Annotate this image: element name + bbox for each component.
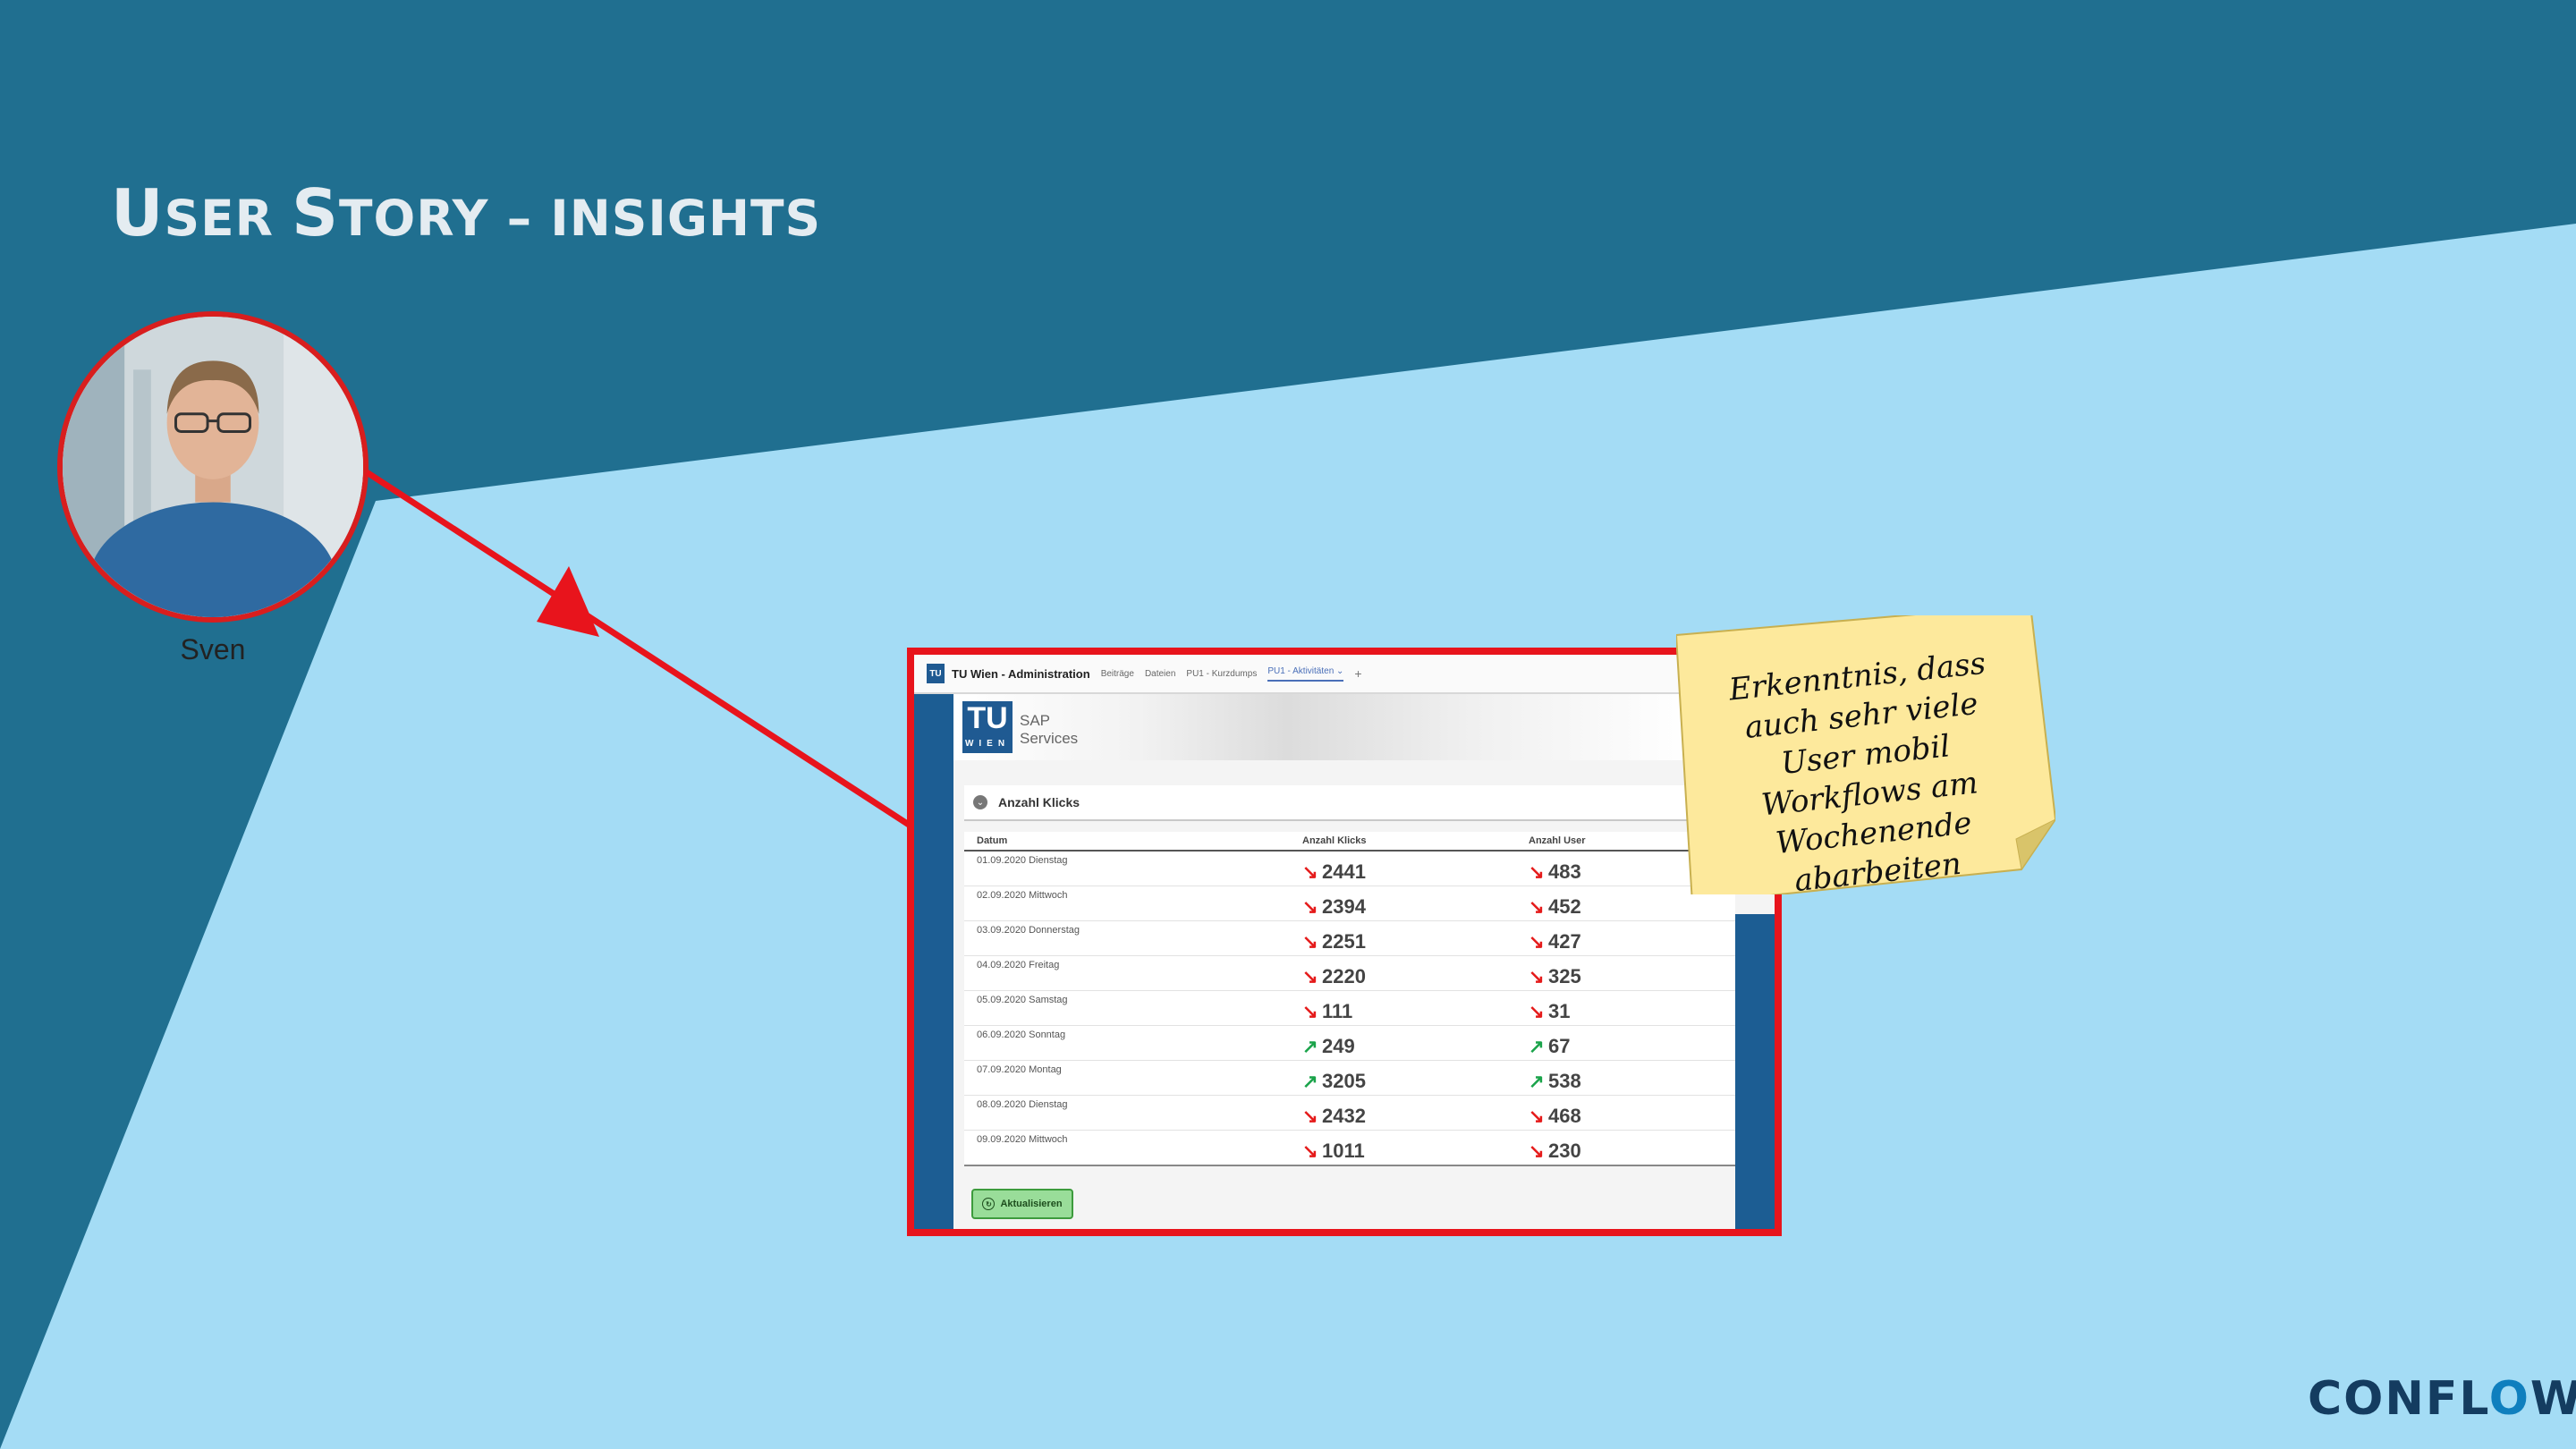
table-row: 07.09.2020 Montag ↗ 3205 ↗ 538: [964, 1061, 1735, 1096]
klicks-value: ↘ 2251: [1302, 930, 1366, 953]
trend-down-icon: ↘: [1302, 1141, 1318, 1162]
date-cell: 03.09.2020 Donnerstag: [977, 925, 1080, 936]
refresh-icon: ↻: [982, 1198, 996, 1210]
user-value: ↘ 325: [1529, 965, 1581, 987]
table-row: 02.09.2020 Mittwoch ↘ 2394 ↘ 452: [964, 886, 1735, 921]
table-row: 06.09.2020 Sonntag ↗ 249 ↗ 67: [964, 1026, 1735, 1061]
date-cell: 07.09.2020 Montag: [977, 1064, 1062, 1075]
trend-down-icon: ↘: [1302, 1002, 1318, 1022]
klicks-value: ↘ 111: [1302, 1000, 1353, 1022]
conflow-logo: CONFLOW: [2308, 1372, 2576, 1426]
trend-down-icon: ↘: [1529, 862, 1545, 883]
trend-up-icon: ↗: [1302, 1037, 1318, 1057]
tab-beitraege[interactable]: Beiträge: [1101, 669, 1134, 679]
app-title: TU Wien - Administration: [952, 666, 1090, 681]
chevron-down-icon[interactable]: ⌄: [973, 795, 987, 809]
trend-up-icon: ↗: [1302, 1072, 1318, 1092]
left-sidebar: [914, 694, 953, 1229]
trend-down-icon: ↘: [1529, 1106, 1545, 1127]
slide-title: USER STORY – INSIGHTS: [111, 175, 822, 250]
user-value: ↘ 230: [1529, 1140, 1581, 1162]
trend-down-icon: ↘: [1302, 1106, 1318, 1127]
klicks-value: ↗ 249: [1302, 1035, 1355, 1057]
trend-down-icon: ↘: [1529, 932, 1545, 953]
trend-down-icon: ↘: [1529, 897, 1545, 918]
stats-table: Datum Anzahl Klicks Anzahl User 01.09.20…: [964, 832, 1735, 1166]
tu-logo-mini: TU: [927, 664, 945, 683]
user-value: ↗ 538: [1529, 1070, 1581, 1092]
person-name: Sven: [180, 633, 246, 665]
klicks-value: ↘ 2432: [1302, 1105, 1366, 1127]
tab-aktivitaeten[interactable]: PU1 - Aktivitäten ⌄: [1267, 666, 1344, 682]
klicks-value: ↘ 2220: [1302, 965, 1366, 987]
trend-down-icon: ↘: [1529, 1002, 1545, 1022]
column-header-klicks: Anzahl Klicks: [1302, 835, 1367, 846]
klicks-value: ↘ 2394: [1302, 895, 1366, 918]
person-photo: [63, 317, 363, 617]
date-cell: 04.09.2020 Freitag: [977, 960, 1060, 970]
section-header[interactable]: ⌄ Anzahl Klicks: [964, 785, 1735, 821]
add-tab-button[interactable]: +: [1354, 666, 1361, 681]
tab-kurzdumps[interactable]: PU1 - Kurzdumps: [1186, 669, 1257, 679]
right-sidebar: [1735, 914, 1775, 1229]
table-row: 04.09.2020 Freitag ↘ 2220 ↘ 325: [964, 956, 1735, 991]
trend-down-icon: ↘: [1302, 967, 1318, 987]
refresh-button-label: Aktualisieren: [1000, 1199, 1063, 1209]
table-row: 09.09.2020 Mittwoch ↘ 1011 ↘ 230: [964, 1131, 1735, 1166]
sticky-note: Erkenntnis, dass auch sehr viele User mo…: [1676, 615, 2055, 899]
user-value: ↘ 427: [1529, 930, 1581, 953]
trend-down-icon: ↘: [1302, 897, 1318, 918]
klicks-value: ↘ 2441: [1302, 860, 1366, 883]
avatar: [57, 311, 369, 623]
date-cell: 02.09.2020 Mittwoch: [977, 890, 1068, 901]
date-cell: 09.09.2020 Mittwoch: [977, 1134, 1068, 1145]
user-value: ↘ 483: [1529, 860, 1581, 883]
table-row: 08.09.2020 Dienstag ↘ 2432 ↘ 468: [964, 1096, 1735, 1131]
date-cell: 08.09.2020 Dienstag: [977, 1099, 1068, 1110]
user-value: ↗ 67: [1529, 1035, 1571, 1057]
user-value: ↘ 468: [1529, 1105, 1581, 1127]
app-topbar: TU TU Wien - Administration Beiträge Dat…: [914, 655, 1775, 694]
embedded-screenshot: TU TU Wien - Administration Beiträge Dat…: [907, 648, 1782, 1236]
column-header-user: Anzahl User: [1529, 835, 1586, 846]
sticky-note-text: Erkenntnis, dass auch sehr viele User mo…: [1727, 645, 1987, 900]
user-value: ↘ 31: [1529, 1000, 1571, 1022]
section-title: Anzahl Klicks: [998, 795, 1080, 809]
klicks-value: ↗ 3205: [1302, 1070, 1366, 1092]
date-cell: 06.09.2020 Sonntag: [977, 1030, 1066, 1040]
trend-up-icon: ↗: [1529, 1072, 1545, 1092]
refresh-button[interactable]: ↻ Aktualisieren: [971, 1189, 1073, 1219]
trend-down-icon: ↘: [1529, 967, 1545, 987]
sap-services-label: SAP Services: [1020, 712, 1079, 747]
tu-wien-logo: TU WIEN: [962, 701, 1013, 753]
date-cell: 01.09.2020 Dienstag: [977, 855, 1068, 866]
table-row: 03.09.2020 Donnerstag ↘ 2251 ↘ 427: [964, 921, 1735, 956]
trend-down-icon: ↘: [1302, 862, 1318, 883]
table-header: Datum Anzahl Klicks Anzahl User: [964, 832, 1735, 852]
date-cell: 05.09.2020 Samstag: [977, 995, 1068, 1005]
trend-down-icon: ↘: [1529, 1141, 1545, 1162]
klicks-value: ↘ 1011: [1302, 1140, 1365, 1162]
column-header-datum: Datum: [977, 835, 1008, 846]
tab-dateien[interactable]: Dateien: [1145, 669, 1175, 679]
trend-up-icon: ↗: [1529, 1037, 1545, 1057]
user-value: ↘ 452: [1529, 895, 1581, 918]
table-row: 01.09.2020 Dienstag ↘ 2441 ↘ 483: [964, 852, 1735, 886]
table-row: 05.09.2020 Samstag ↘ 111 ↘ 31: [964, 991, 1735, 1026]
trend-down-icon: ↘: [1302, 932, 1318, 953]
header-banner: TU WIEN SAP Services: [953, 694, 1694, 760]
